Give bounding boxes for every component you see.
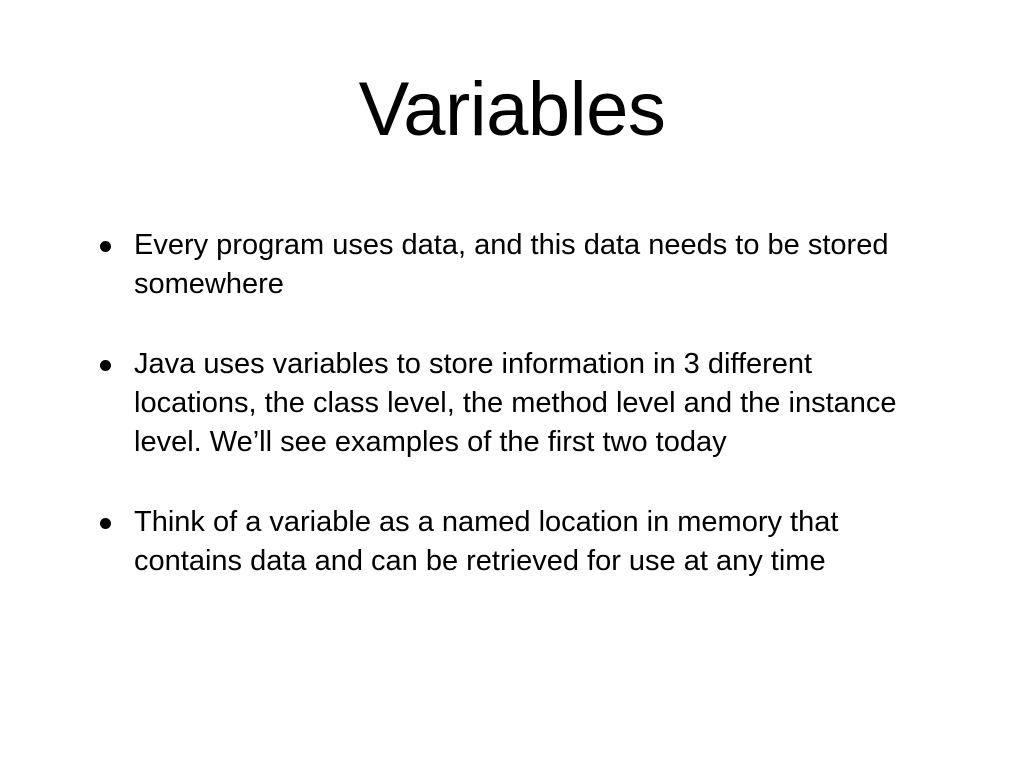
bullet-dot-icon <box>100 360 111 371</box>
bullet-item: Java uses variables to store information… <box>100 345 920 462</box>
bullet-list: Every program uses data, and this data n… <box>100 226 920 622</box>
bullet-dot-icon <box>100 241 111 252</box>
bullet-text: Think of a variable as a named location … <box>134 506 839 577</box>
bullet-text: Every program uses data, and this data n… <box>134 229 889 300</box>
slide-title: Variables <box>358 67 666 152</box>
bullet-item: Every program uses data, and this data n… <box>100 226 920 304</box>
bullet-dot-icon <box>100 518 111 529</box>
bullet-item: Think of a variable as a named location … <box>100 503 920 581</box>
bullet-text: Java uses variables to store information… <box>134 348 897 458</box>
slide: Variables Every program uses data, and t… <box>0 0 1024 768</box>
